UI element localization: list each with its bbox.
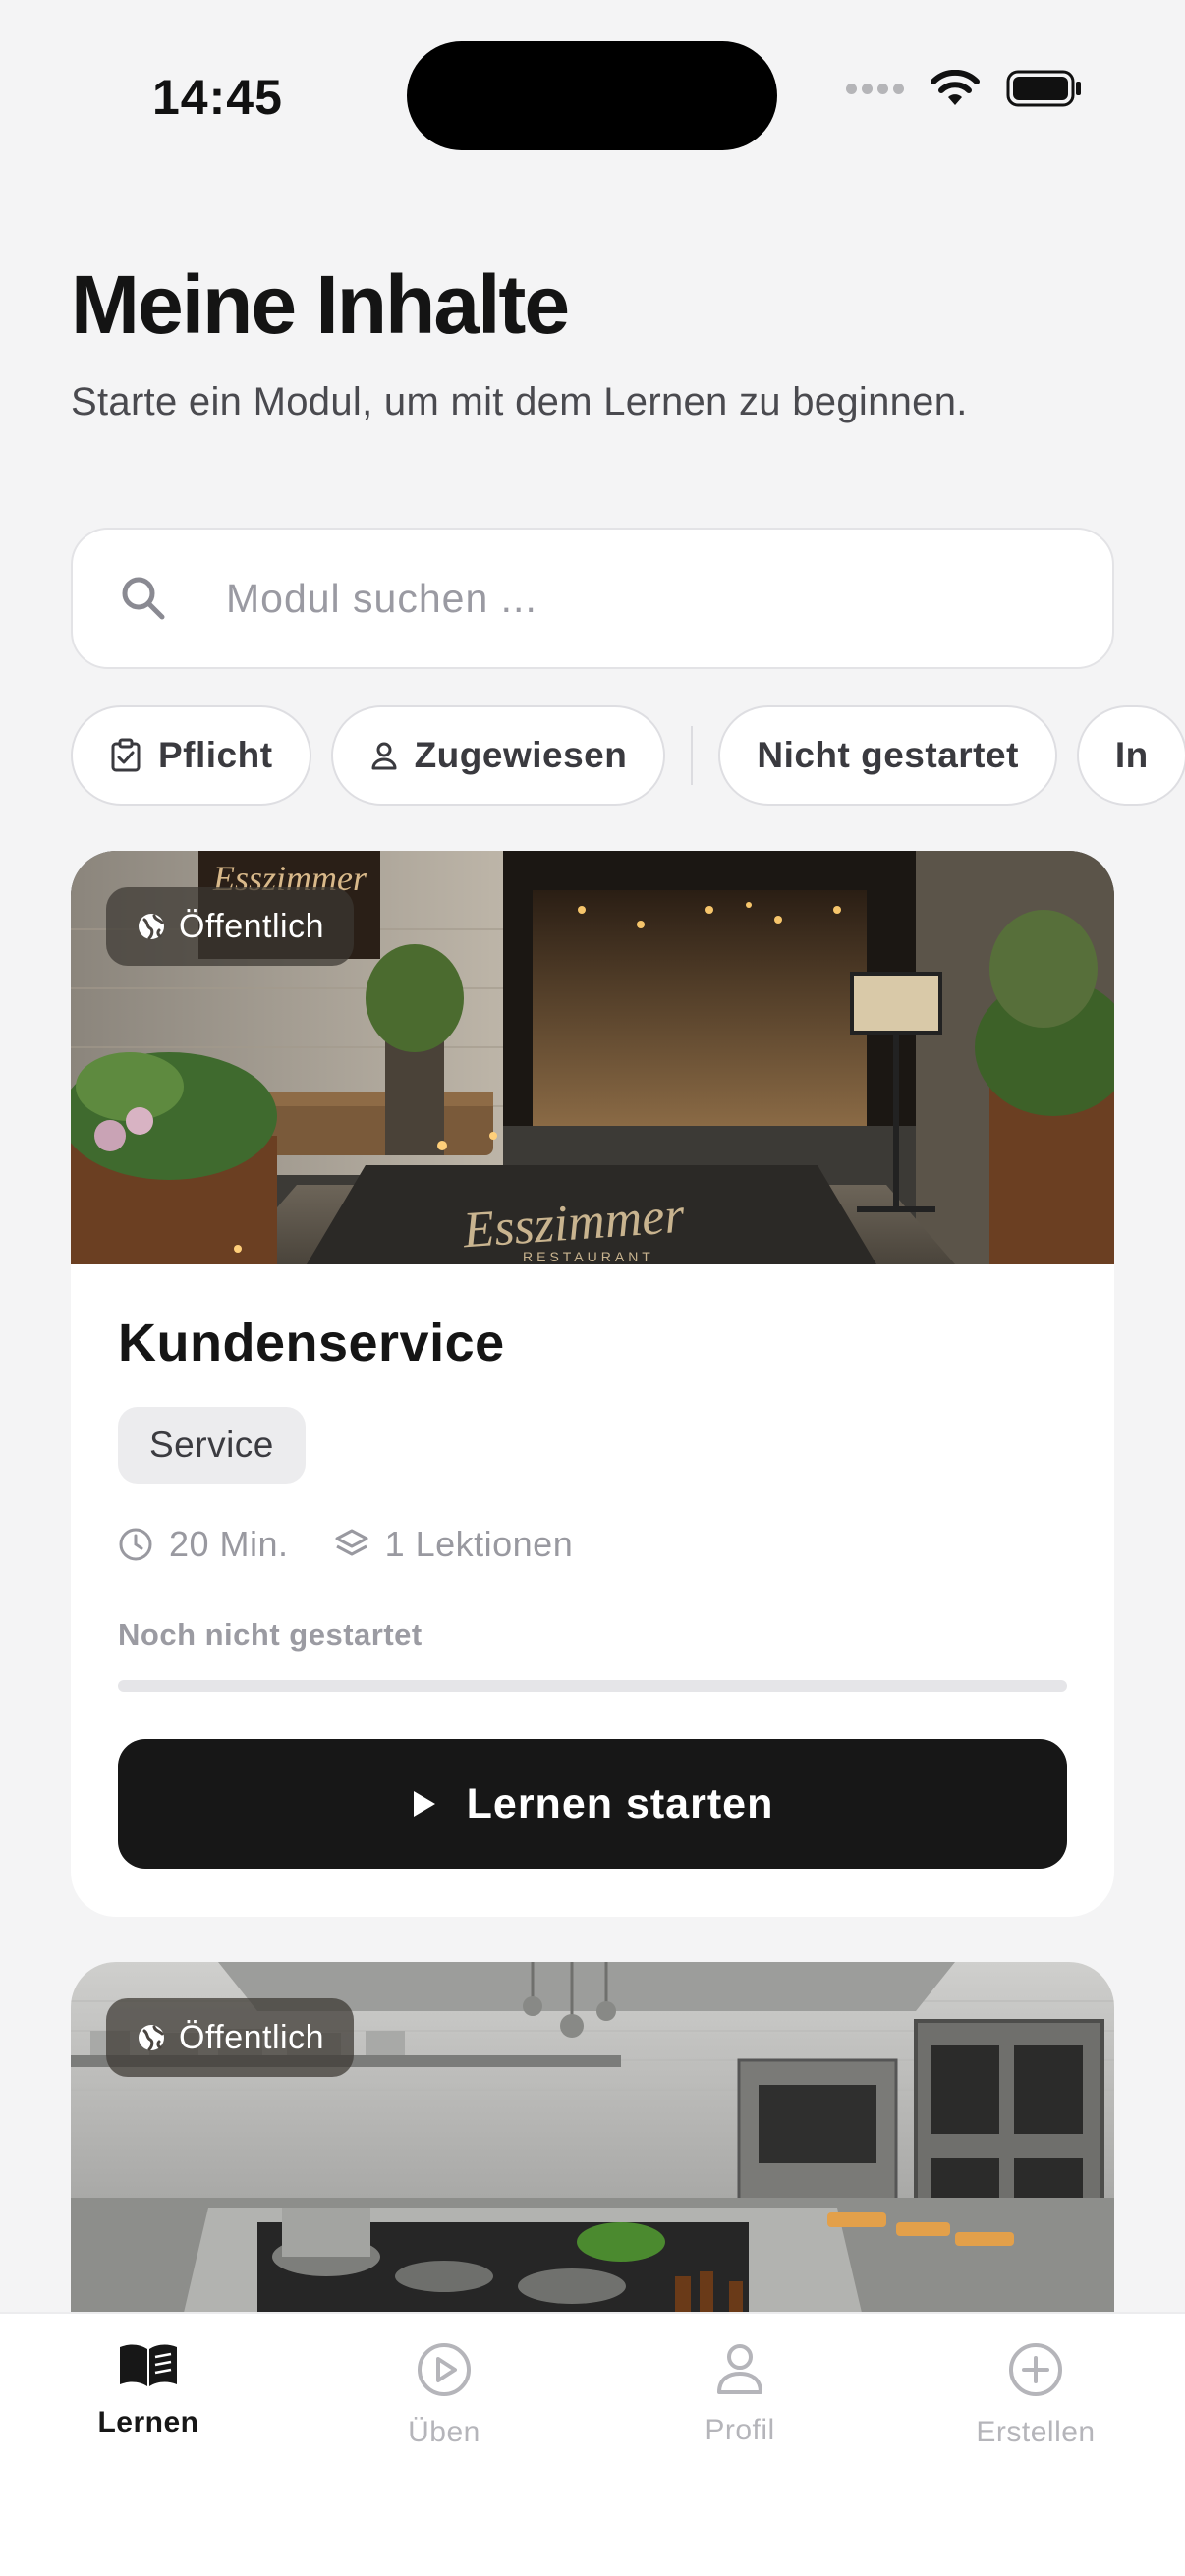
doormat-sub-text: RESTAURANT xyxy=(523,1249,654,1264)
page-subtitle: Starte ein Modul, um mit dem Lernen zu b… xyxy=(71,380,968,423)
book-open-icon xyxy=(120,2344,177,2386)
clipboard-check-icon xyxy=(111,738,141,772)
globe-icon xyxy=(139,914,164,940)
filter-chip-nicht-gestartet[interactable]: Nicht gestartet xyxy=(718,705,1057,806)
module-image-restaurant: Esszimmer Esszimmer RESTAURANT Öffentlic… xyxy=(71,851,1114,1264)
status-time: 14:45 xyxy=(152,70,283,125)
page-title: Meine Inhalte xyxy=(71,258,570,351)
tab-lernen[interactable]: Lernen xyxy=(50,2341,247,2439)
visibility-badge: Öffentlich xyxy=(106,887,355,966)
play-circle-icon xyxy=(418,2343,471,2396)
globe-icon xyxy=(139,2025,164,2051)
status-indicators xyxy=(846,69,1083,108)
battery-icon xyxy=(1006,70,1081,107)
filter-chip-label: Nicht gestartet xyxy=(757,735,1019,775)
layers-icon xyxy=(335,1529,368,1556)
tab-erstellen[interactable]: Erstellen xyxy=(937,2341,1134,2449)
tab-label: Üben xyxy=(408,2416,480,2448)
module-category-tag: Service xyxy=(118,1407,306,1484)
module-duration: 20 Min. xyxy=(118,1524,289,1565)
filter-chip-in-bearbeitung[interactable]: In xyxy=(1076,705,1185,806)
module-lessons-text: 1 Lektionen xyxy=(384,1524,574,1564)
filter-divider xyxy=(691,726,694,785)
start-learning-label: Lernen starten xyxy=(466,1779,774,1827)
filter-chip-zugewiesen[interactable]: Zugewiesen xyxy=(330,705,666,806)
play-icon xyxy=(413,1791,435,1817)
search-icon xyxy=(122,577,165,620)
visibility-badge-label: Öffentlich xyxy=(179,907,325,945)
clock-icon xyxy=(119,1528,152,1561)
visibility-badge-label: Öffentlich xyxy=(179,2018,325,2056)
tab-label: Profil xyxy=(705,2414,775,2446)
filter-chip-pflicht[interactable]: Pflicht xyxy=(71,705,311,806)
screen: 14:45 Meine Inhalte Starte ein Modul, um… xyxy=(0,0,1185,2576)
tab-label: Erstellen xyxy=(976,2416,1096,2448)
user-icon xyxy=(717,2344,762,2394)
filter-chip-label: In xyxy=(1114,735,1149,775)
user-icon xyxy=(371,742,397,770)
module-meta: 20 Min. 1 Lektionen xyxy=(118,1524,573,1565)
module-duration-text: 20 Min. xyxy=(169,1524,289,1564)
wifi-icon xyxy=(931,70,980,105)
module-title: Kundenservice xyxy=(118,1314,505,1372)
plus-circle-icon xyxy=(1009,2343,1062,2396)
visibility-badge: Öffentlich xyxy=(106,1998,355,2077)
filter-chip-label: Pflicht xyxy=(158,735,273,775)
progress-bar xyxy=(118,1680,1067,1692)
filter-chips: Pflicht Zugewiesen Nicht gestartet In xyxy=(71,705,1185,806)
tab-label: Lernen xyxy=(97,2406,199,2438)
module-card[interactable]: Esszimmer Esszimmer RESTAURANT Öffentlic… xyxy=(71,851,1114,1917)
tab-ueben[interactable]: Üben xyxy=(346,2341,542,2449)
tab-profil[interactable]: Profil xyxy=(642,2341,838,2447)
cellular-signal-icon xyxy=(846,83,904,94)
search-input[interactable] xyxy=(226,575,1012,622)
progress-status: Noch nicht gestartet xyxy=(118,1617,423,1652)
start-learning-button[interactable]: Lernen starten xyxy=(118,1739,1067,1869)
dynamic-island xyxy=(407,41,777,150)
bottom-tab-bar: Lernen Üben Profil Erstellen xyxy=(0,2312,1185,2576)
module-lessons: 1 Lektionen xyxy=(334,1524,574,1565)
filter-chip-label: Zugewiesen xyxy=(414,735,628,775)
search-bar[interactable] xyxy=(71,528,1114,669)
